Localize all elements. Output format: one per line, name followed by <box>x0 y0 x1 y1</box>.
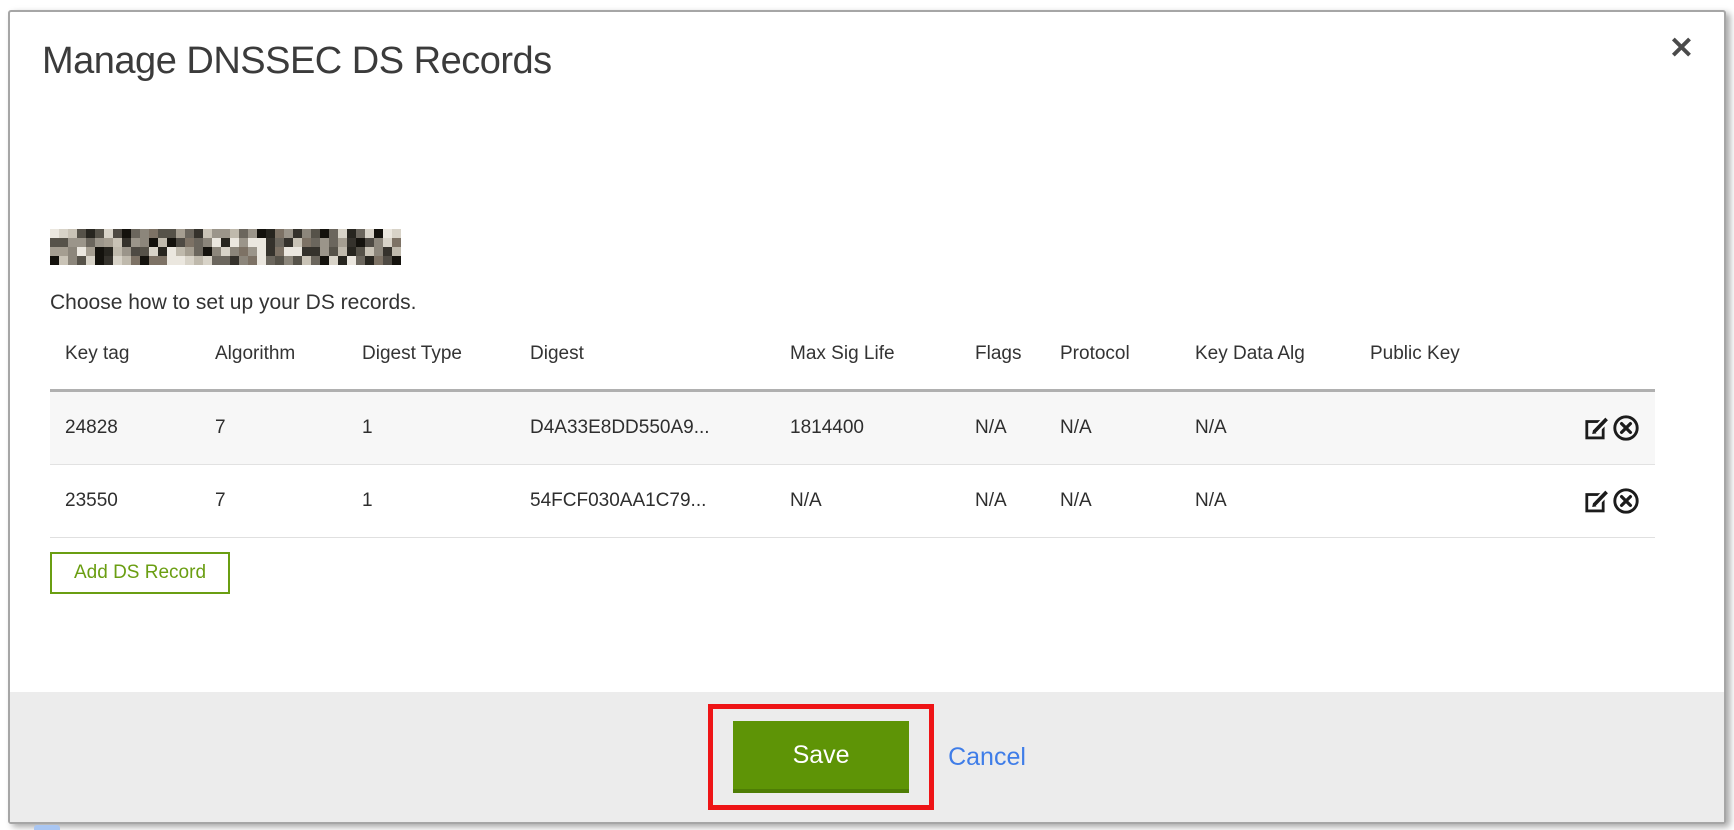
cell-flags: N/A <box>960 465 1045 538</box>
edit-icon <box>1584 414 1612 442</box>
col-header-protocol: Protocol <box>1045 329 1180 391</box>
edit-record-button[interactable] <box>1584 414 1612 442</box>
annotation-highlight-box: Save <box>708 704 934 810</box>
cell-key-data-alg: N/A <box>1180 465 1355 538</box>
cell-max-sig-life: 1814400 <box>775 391 960 465</box>
table-row: 24828 7 1 D4A33E8DD550A9... 1814400 N/A … <box>50 391 1655 465</box>
cell-protocol: N/A <box>1045 391 1180 465</box>
col-header-actions <box>1515 329 1655 391</box>
dialog-footer: Save Cancel <box>10 692 1724 822</box>
cell-public-key <box>1355 391 1515 465</box>
cell-key-data-alg: N/A <box>1180 391 1355 465</box>
cell-algorithm: 7 <box>200 465 347 538</box>
col-header-algorithm: Algorithm <box>200 329 347 391</box>
cell-public-key <box>1355 465 1515 538</box>
col-header-public-key: Public Key <box>1355 329 1515 391</box>
cell-flags: N/A <box>960 391 1045 465</box>
add-ds-record-button[interactable]: Add DS Record <box>50 552 230 594</box>
table-row: 23550 7 1 54FCF030AA1C79... N/A N/A N/A … <box>50 465 1655 538</box>
cell-key-tag: 23550 <box>50 465 200 538</box>
col-header-max-sig-life: Max Sig Life <box>775 329 960 391</box>
close-icon[interactable]: ✕ <box>1669 34 1694 64</box>
cell-digest-type: 1 <box>347 391 515 465</box>
col-header-digest-type: Digest Type <box>347 329 515 391</box>
col-header-digest: Digest <box>515 329 775 391</box>
domain-name-redacted <box>50 229 401 265</box>
cell-algorithm: 7 <box>200 391 347 465</box>
instruction-text: Choose how to set up your DS records. <box>50 291 1724 315</box>
delete-record-button[interactable] <box>1612 487 1640 515</box>
col-header-key-tag: Key tag <box>50 329 200 391</box>
delete-record-button[interactable] <box>1612 414 1640 442</box>
delete-icon <box>1612 414 1640 442</box>
background-page-fragment <box>34 825 60 830</box>
cell-max-sig-life: N/A <box>775 465 960 538</box>
cell-digest: 54FCF030AA1C79... <box>515 465 775 538</box>
cell-key-tag: 24828 <box>50 391 200 465</box>
cell-digest: D4A33E8DD550A9... <box>515 391 775 465</box>
manage-dnssec-dialog: ✕ Manage DNSSEC DS Records Choose how to… <box>8 10 1726 824</box>
table-header-row: Key tag Algorithm Digest Type Digest Max… <box>50 329 1655 391</box>
save-button[interactable]: Save <box>733 721 909 793</box>
edit-record-button[interactable] <box>1584 487 1612 515</box>
edit-icon <box>1584 487 1612 515</box>
col-header-key-data-alg: Key Data Alg <box>1180 329 1355 391</box>
ds-records-table: Key tag Algorithm Digest Type Digest Max… <box>50 329 1655 538</box>
cell-protocol: N/A <box>1045 465 1180 538</box>
col-header-flags: Flags <box>960 329 1045 391</box>
delete-icon <box>1612 487 1640 515</box>
cell-digest-type: 1 <box>347 465 515 538</box>
page-title: Manage DNSSEC DS Records <box>42 40 1724 83</box>
cancel-link[interactable]: Cancel <box>948 743 1026 772</box>
